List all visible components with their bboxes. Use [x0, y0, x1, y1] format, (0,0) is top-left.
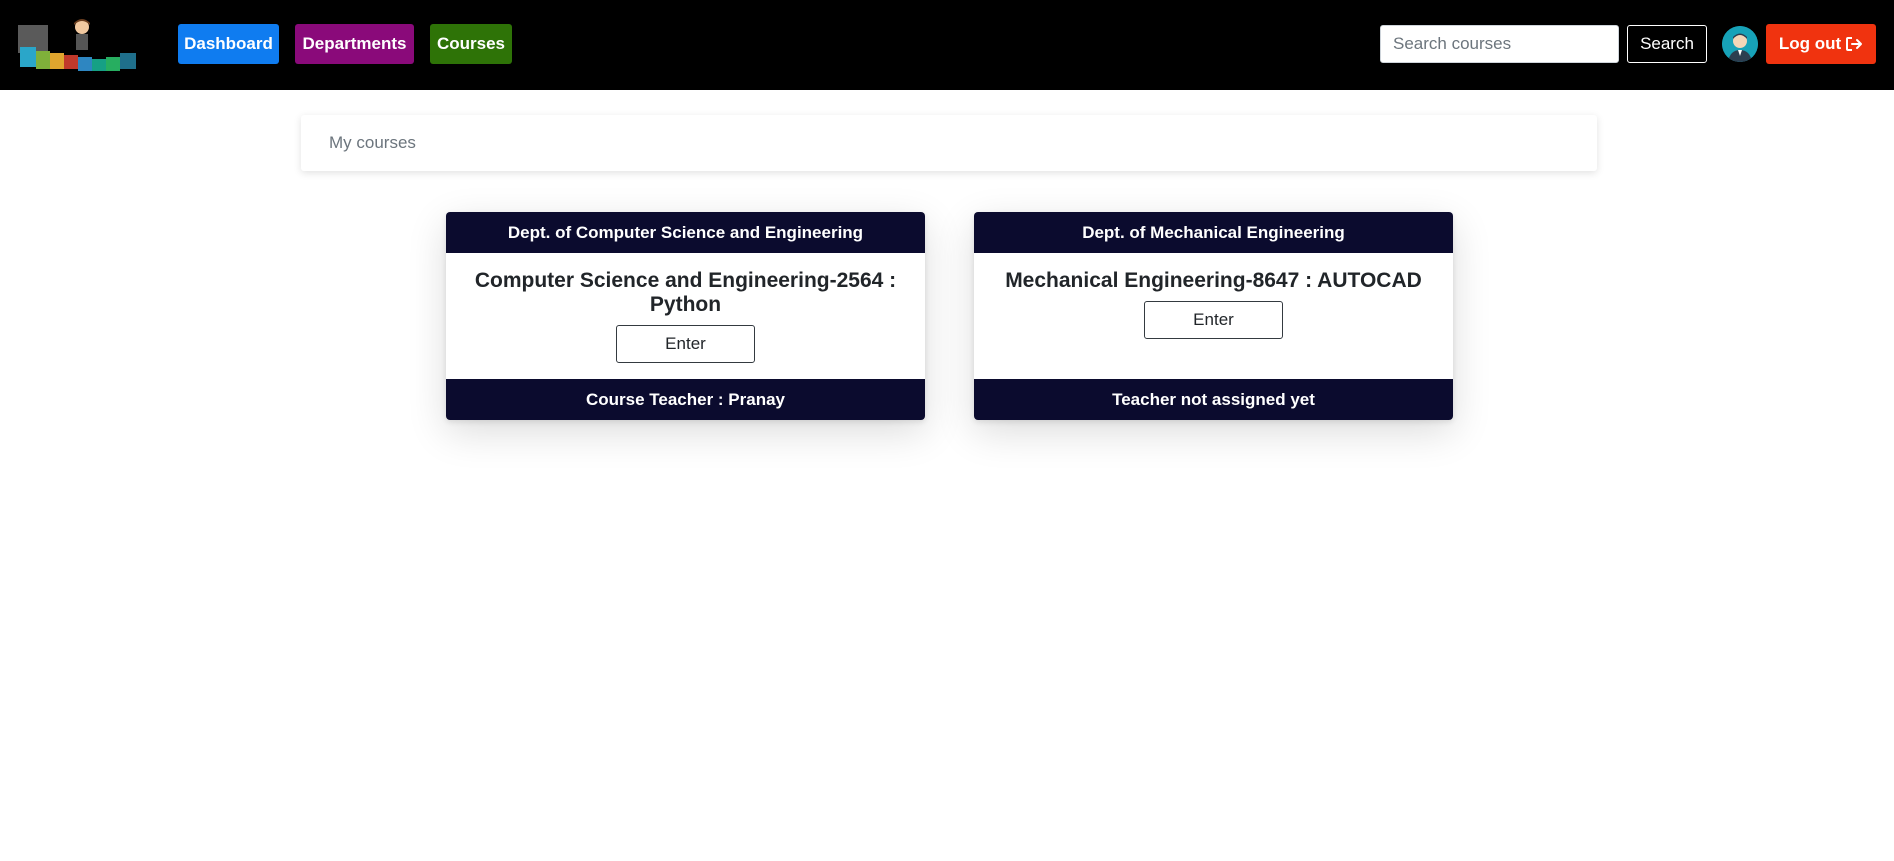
nav-courses-button[interactable]: Courses: [430, 24, 512, 64]
logout-label: Log out: [1778, 34, 1842, 53]
course-department: Dept. of Mechanical Engineering: [974, 212, 1453, 253]
enter-course-button[interactable]: Enter: [616, 325, 755, 363]
user-avatar-icon[interactable]: [1722, 26, 1758, 62]
course-card: Dept. of Computer Science and Engineerin…: [446, 212, 925, 420]
nav-departments-button[interactable]: Departments: [295, 24, 414, 64]
course-teacher: Teacher not assigned yet: [974, 379, 1453, 420]
logo-graphic: [18, 19, 136, 71]
course-title: Mechanical Engineering-8647 : AUTOCAD: [1005, 269, 1422, 292]
course-card: Dept. of Mechanical Engineering Mechanic…: [974, 212, 1453, 420]
breadcrumb: My courses: [301, 115, 1597, 171]
search-button[interactable]: Search: [1627, 25, 1707, 63]
elearning-logo[interactable]: [16, 17, 152, 71]
avatar-graphic: [1722, 26, 1758, 62]
course-department: Dept. of Computer Science and Engineerin…: [446, 212, 925, 253]
search-input[interactable]: [1380, 25, 1619, 63]
course-title: Computer Science and Engineering-2564 : …: [474, 269, 897, 316]
course-teacher: Course Teacher : Pranay: [446, 379, 925, 420]
logout-button[interactable]: Log out: [1766, 24, 1876, 64]
nav-dashboard-button[interactable]: Dashboard: [178, 24, 279, 64]
enter-course-button[interactable]: Enter: [1144, 301, 1283, 339]
breadcrumb-my-courses: My courses: [329, 133, 416, 152]
sign-out-icon: [1846, 37, 1863, 51]
top-navbar: Dashboard Departments Courses Search Log…: [0, 0, 1894, 90]
